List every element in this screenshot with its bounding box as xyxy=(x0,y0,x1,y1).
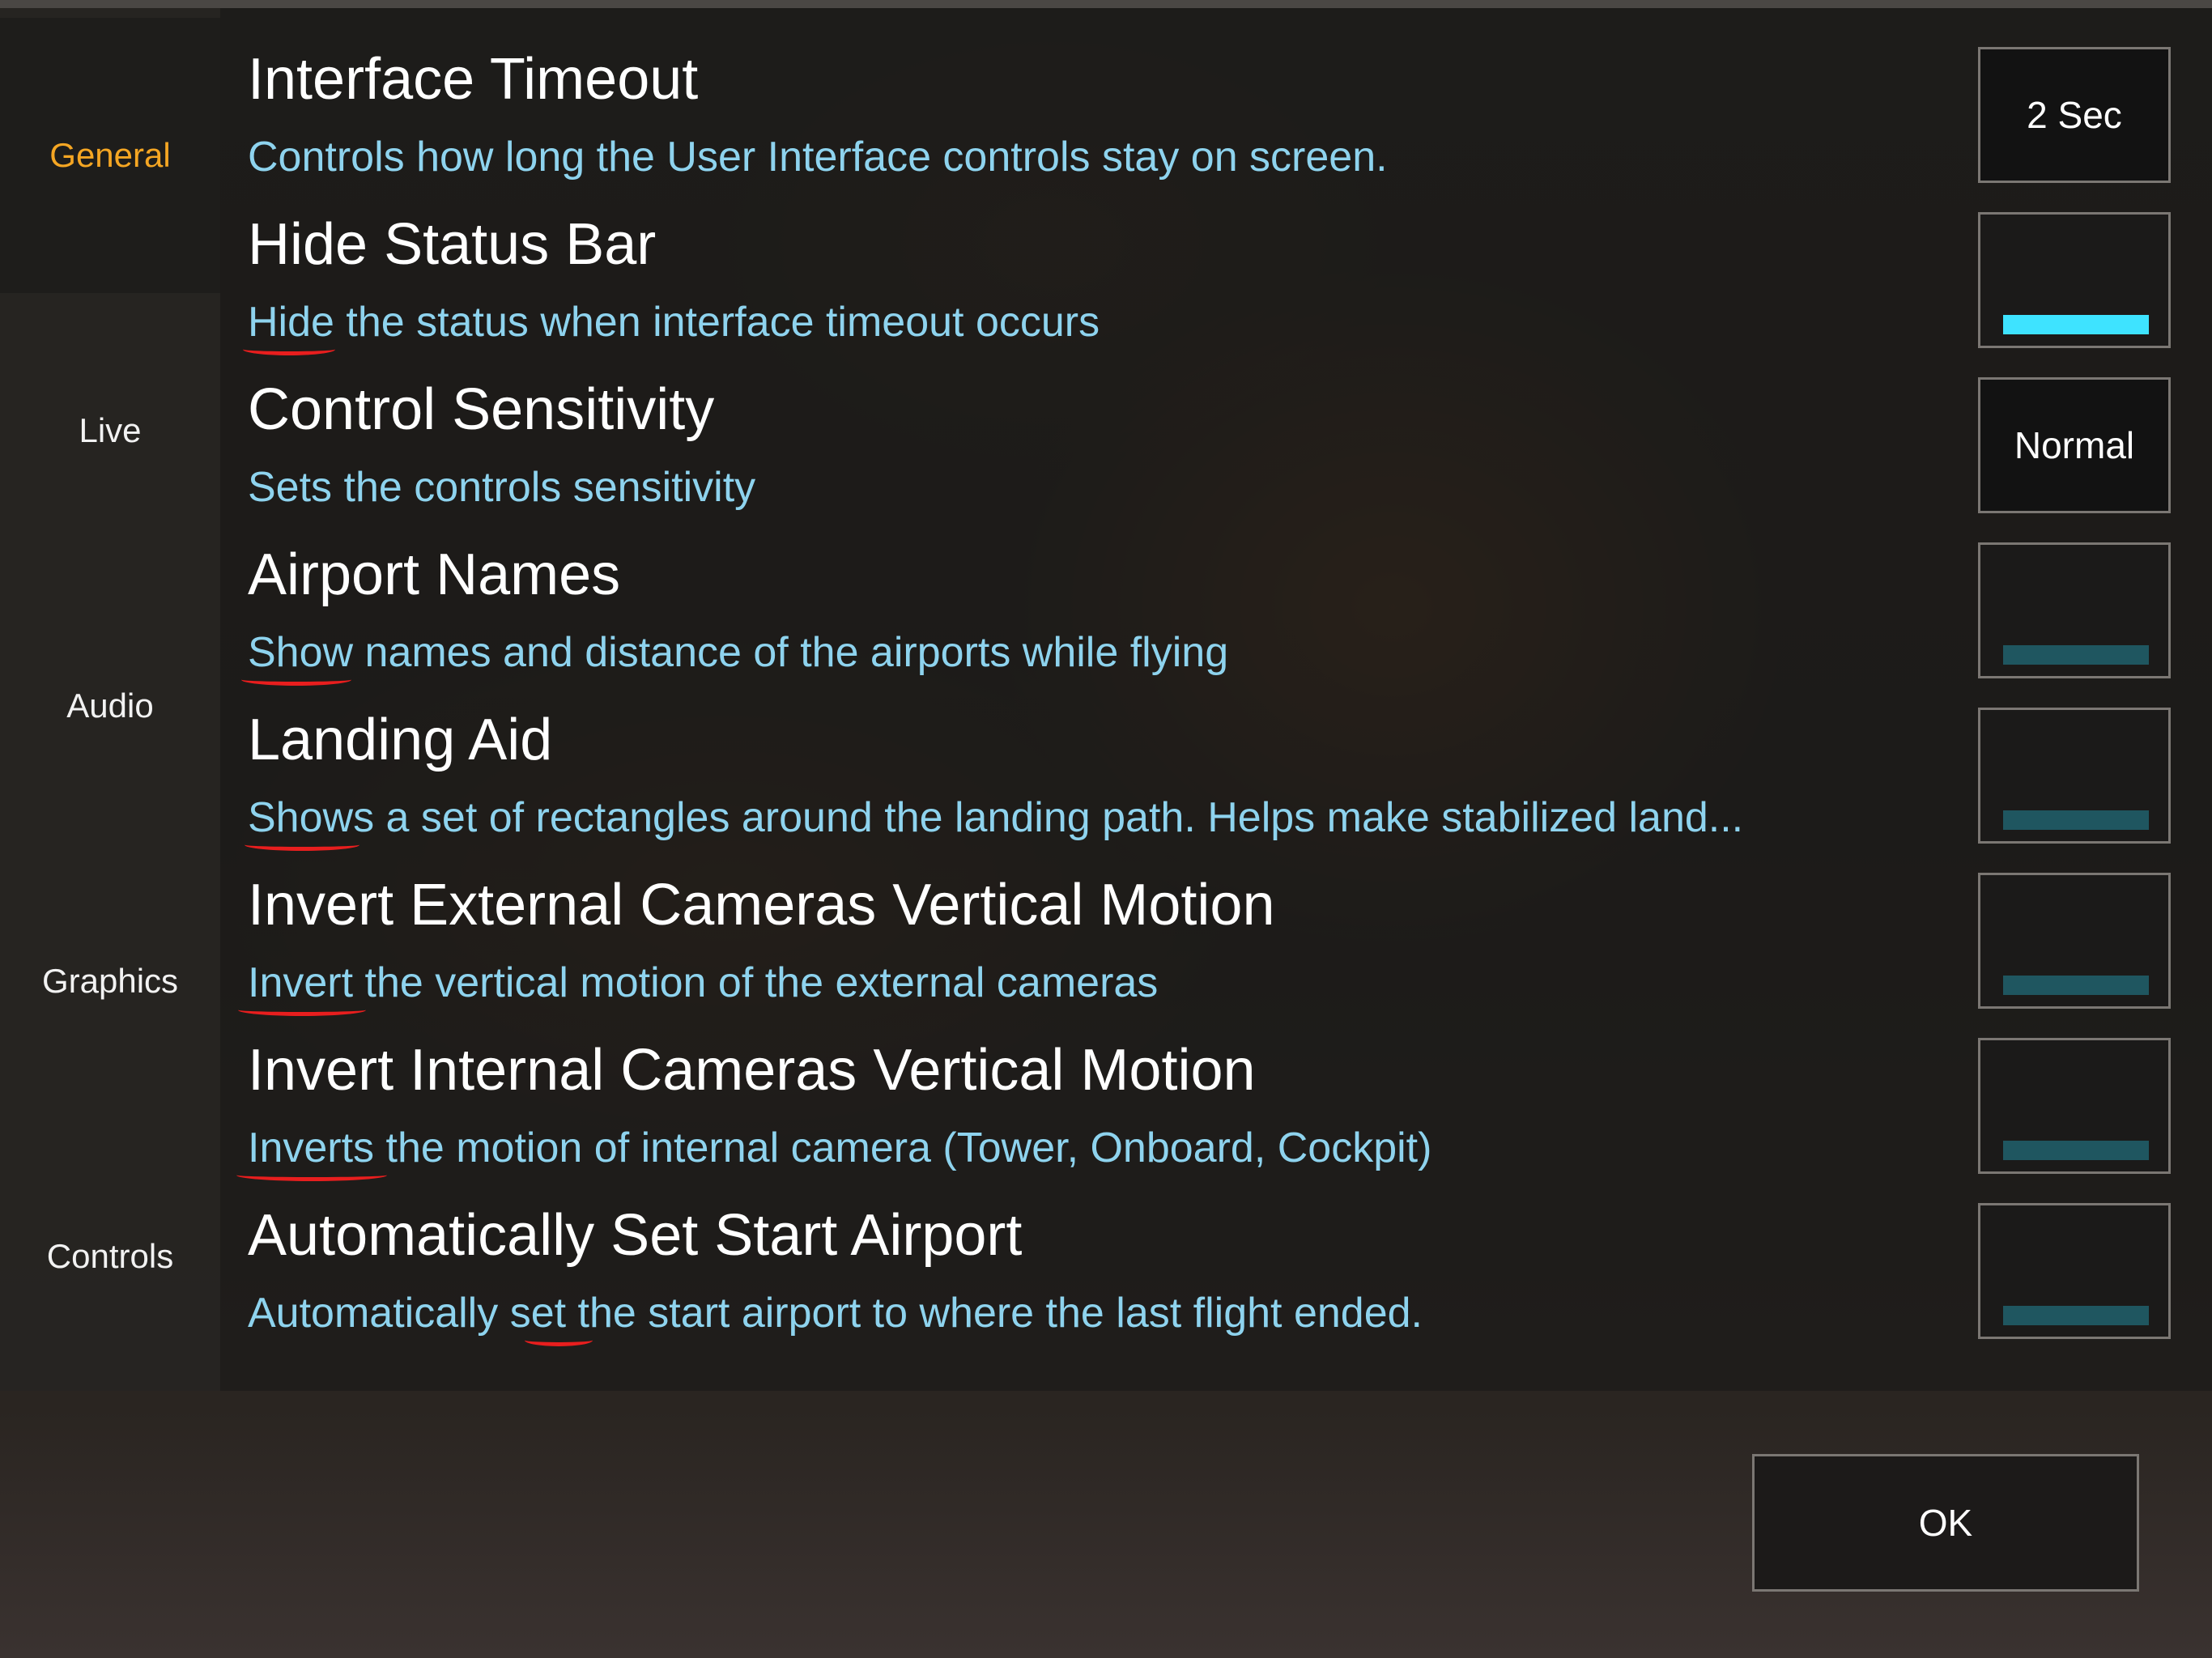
description-rest: a set of rectangles around the landing p… xyxy=(374,794,1744,841)
setting-title: Airport Names xyxy=(248,542,621,607)
description-first: Automatically xyxy=(248,1290,510,1337)
toggle-indicator-off xyxy=(2003,1141,2149,1160)
spellchecked-word: set xyxy=(509,1290,567,1337)
setting-title: Landing Aid xyxy=(248,708,553,772)
interface-timeout-selector[interactable]: 2 Sec xyxy=(1978,47,2171,183)
hide-status-bar-toggle[interactable] xyxy=(1978,212,2171,348)
setting-row-interface-timeout: Interface Timeout Controls how long the … xyxy=(248,39,1948,204)
setting-row-landing-aid: Landing Aid Shows a set of rectangles ar… xyxy=(245,699,1948,865)
top-divider xyxy=(0,0,2212,8)
spellcheck-underline xyxy=(241,674,351,686)
sidebar-item-controls[interactable]: Controls xyxy=(0,1119,220,1394)
control-sensitivity-selector[interactable]: Normal xyxy=(1978,377,2171,513)
description-rest: the start airport to where the last flig… xyxy=(566,1290,1423,1337)
settings-sidebar: General Live Audio Graphics Controls xyxy=(0,8,220,1391)
setting-title: Invert Internal Cameras Vertical Motion xyxy=(248,1038,1256,1103)
sidebar-item-graphics[interactable]: Graphics xyxy=(0,844,220,1119)
toggle-indicator-off xyxy=(2003,1306,2149,1325)
interface-timeout-value: 2 Sec xyxy=(2027,94,2122,136)
setting-row-auto-start-airport: Automatically Set Start Airport Automati… xyxy=(248,1195,1948,1360)
setting-description: Inverts the motion of internal camera (T… xyxy=(248,1119,1431,1177)
setting-title: Invert External Cameras Vertical Motion xyxy=(248,873,1275,937)
setting-row-hide-status-bar: Hide Status Bar Hide the status when int… xyxy=(243,204,1948,369)
settings-screen: General Live Audio Graphics Controls Int… xyxy=(0,0,2212,1658)
setting-description: Sets the controls sensitivity xyxy=(248,464,756,511)
setting-title: Control Sensitivity xyxy=(248,377,715,442)
ok-button-label: OK xyxy=(1918,1502,1973,1544)
spellchecked-word: Show xyxy=(248,629,354,676)
spellcheck-underline xyxy=(238,1004,366,1016)
setting-row-airport-names: Airport Names Show names and distance of… xyxy=(241,534,1948,699)
setting-description: Automatically set the start airport to w… xyxy=(248,1284,1423,1342)
setting-description: Invert the vertical motion of the extern… xyxy=(248,954,1158,1012)
ok-button[interactable]: OK xyxy=(1752,1454,2139,1592)
control-sensitivity-value: Normal xyxy=(2014,424,2135,466)
auto-start-airport-toggle[interactable] xyxy=(1978,1203,2171,1339)
sidebar-item-label: Audio xyxy=(66,687,154,725)
setting-title: Hide Status Bar xyxy=(248,212,657,277)
spellchecked-word: Inverts xyxy=(248,1124,375,1171)
sidebar-item-audio[interactable]: Audio xyxy=(0,568,220,844)
setting-row-invert-internal-cameras: Invert Internal Cameras Vertical Motion … xyxy=(236,1030,1948,1195)
invert-internal-cameras-toggle[interactable] xyxy=(1978,1038,2171,1174)
spellcheck-underline xyxy=(525,1334,593,1346)
sidebar-item-live[interactable]: Live xyxy=(0,293,220,568)
setting-title: Interface Timeout xyxy=(248,47,699,112)
spellcheck-underline xyxy=(243,343,335,355)
spellcheck-underline xyxy=(236,1169,387,1181)
toggle-indicator-on xyxy=(2003,315,2149,334)
description-rest: names and distance of the airports while… xyxy=(353,629,1229,676)
description-rest: the status when interface timeout occurs xyxy=(334,299,1100,346)
setting-title: Automatically Set Start Airport xyxy=(248,1203,1023,1268)
invert-external-cameras-toggle[interactable] xyxy=(1978,873,2171,1009)
sidebar-item-label: Controls xyxy=(46,1237,174,1275)
toggle-indicator-off xyxy=(2003,976,2149,995)
setting-description: Controls how long the User Interface con… xyxy=(248,134,1388,181)
sidebar-item-label: Graphics xyxy=(41,962,179,1000)
toggle-indicator-off xyxy=(2003,810,2149,830)
spellchecked-word: Shows xyxy=(248,794,375,841)
toggle-indicator-off xyxy=(2003,645,2149,665)
spellchecked-word: Invert xyxy=(248,959,354,1006)
sidebar-item-general[interactable]: General xyxy=(0,18,220,293)
sidebar-item-label: General xyxy=(49,136,171,174)
setting-row-control-sensitivity: Control Sensitivity Sets the controls se… xyxy=(248,369,1948,534)
setting-description: Show names and distance of the airports … xyxy=(248,623,1228,682)
spellchecked-word: Hide xyxy=(248,299,334,346)
airport-names-toggle[interactable] xyxy=(1978,542,2171,678)
landing-aid-toggle[interactable] xyxy=(1978,708,2171,844)
setting-row-invert-external-cameras: Invert External Cameras Vertical Motion … xyxy=(238,865,1948,1030)
description-rest: the motion of internal camera (Tower, On… xyxy=(374,1124,1432,1171)
spellcheck-underline xyxy=(245,839,359,851)
setting-description: Hide the status when interface timeout o… xyxy=(248,293,1100,351)
sidebar-item-label: Live xyxy=(79,411,142,449)
description-rest: the vertical motion of the external came… xyxy=(353,959,1159,1006)
setting-description: Shows a set of rectangles around the lan… xyxy=(248,789,1743,847)
